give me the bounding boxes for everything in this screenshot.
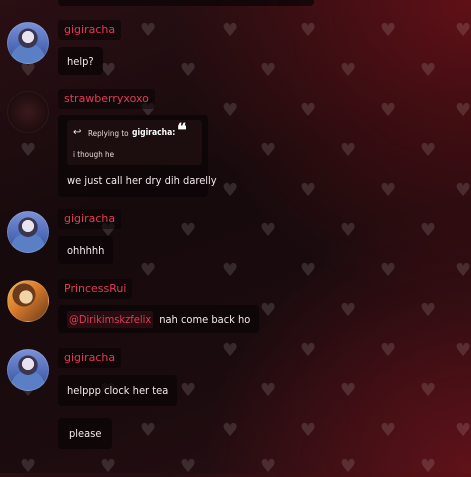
chat-log: gigiracha help? strawberryxoxo we just c… — [0, 0, 471, 473]
gigiracha-avatar[interactable] — [7, 22, 49, 64]
username-strawberryxoxo[interactable]: strawberryxoxo — [58, 89, 155, 109]
reply-prefix: Replying to — [88, 129, 129, 138]
message-text: we just call her dry dih darelly — [67, 174, 217, 187]
gigiracha-avatar[interactable] — [7, 211, 49, 253]
strawberryxoxo-avatar[interactable] — [7, 91, 49, 133]
quote-icon: ❝ — [177, 120, 187, 141]
message-bubble: please — [58, 418, 113, 449]
reply-arrow-icon: ↩ — [73, 127, 82, 138]
message-bubble: @Dirikimskzfelix nah come back ho — [58, 305, 260, 333]
message-bubble: helppp clock her tea — [58, 375, 178, 406]
reply-text: i though he — [73, 150, 115, 159]
message-text: nah come back ho — [159, 312, 251, 326]
username-gigiracha[interactable]: gigiracha — [58, 209, 122, 229]
gigiracha-avatar[interactable] — [7, 349, 49, 391]
message-bubble: ohhhhh — [58, 236, 114, 264]
princessrui-avatar[interactable] — [7, 280, 49, 322]
user-mention-link[interactable]: @Dirikimskzfelix — [67, 310, 154, 328]
username-gigiracha[interactable]: gigiracha — [58, 348, 122, 368]
reply-preview[interactable]: ↩ Replying to gigiracha: ❝ i though he — [67, 120, 202, 165]
reply-username: gigiracha: — [132, 128, 176, 138]
previous-message-bubble — [58, 0, 314, 6]
username-princessrui[interactable]: PrincessRui — [58, 279, 133, 299]
message-bubble: help? — [58, 47, 103, 75]
username-gigiracha[interactable]: gigiracha — [58, 20, 122, 40]
